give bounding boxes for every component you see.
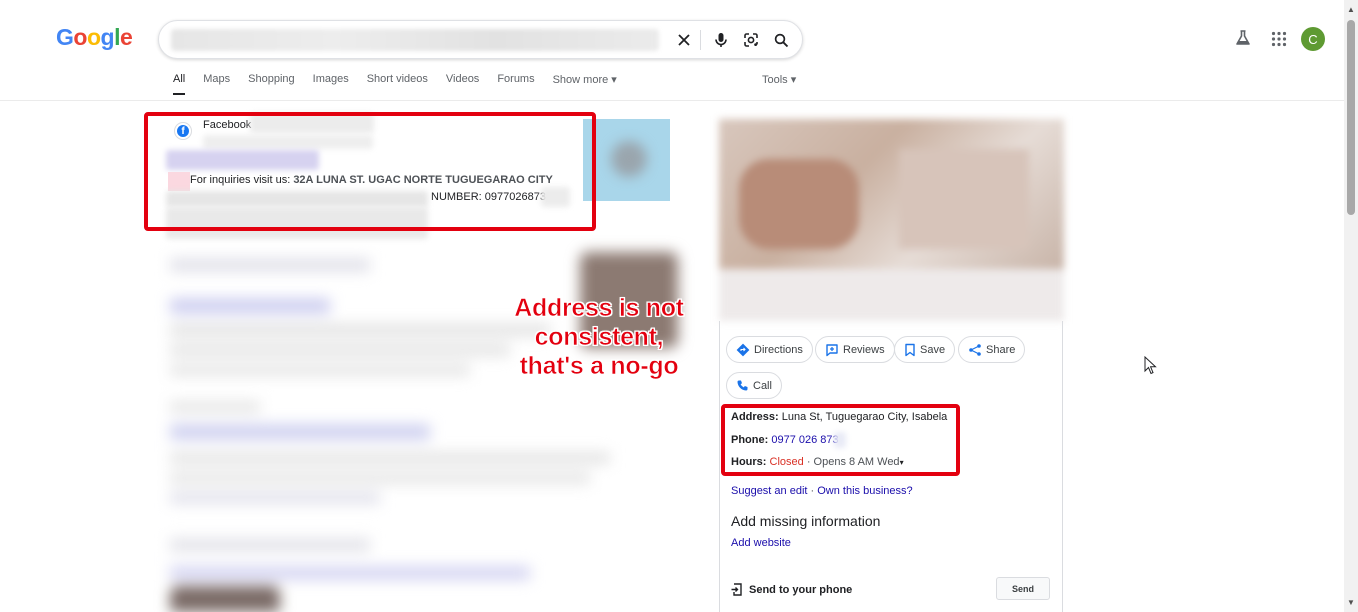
phone-icon bbox=[737, 380, 748, 391]
reviews-button[interactable]: Reviews bbox=[815, 336, 895, 363]
link-separator: · bbox=[807, 485, 818, 497]
kp-edit-links: Suggest an edit · Own this business? bbox=[731, 485, 913, 497]
scroll-up-icon[interactable]: ▲ bbox=[1347, 5, 1355, 14]
share-button[interactable]: Share bbox=[958, 336, 1026, 363]
reviews-icon bbox=[826, 343, 838, 356]
page-scrollbar[interactable]: ▲ ▼ bbox=[1344, 0, 1358, 612]
call-button[interactable]: Call bbox=[726, 372, 782, 399]
logo-letter: g bbox=[100, 24, 115, 50]
send-button[interactable]: Send bbox=[996, 577, 1050, 600]
highlight-box-result bbox=[144, 112, 596, 231]
send-to-phone-label: Send to your phone bbox=[749, 583, 853, 596]
directions-icon bbox=[736, 343, 750, 356]
scrollbar-thumb[interactable] bbox=[1347, 20, 1355, 215]
save-button[interactable]: Save bbox=[894, 336, 956, 363]
search-tabs: All Maps Shopping Images Short videos Videos F… bbox=[173, 73, 635, 95]
highlight-box-panel bbox=[721, 404, 960, 476]
account-avatar[interactable]: C bbox=[1301, 27, 1325, 51]
bookmark-icon bbox=[905, 343, 915, 356]
annotation-line-1: Address is not bbox=[514, 294, 684, 323]
clear-icon[interactable] bbox=[674, 30, 694, 50]
add-website-link[interactable]: Add website bbox=[731, 537, 791, 549]
directions-label: Directions bbox=[754, 343, 803, 356]
tab-short-videos[interactable]: Short videos bbox=[367, 73, 428, 95]
mic-icon[interactable] bbox=[711, 30, 731, 50]
share-icon bbox=[969, 343, 981, 356]
search-box[interactable] bbox=[158, 20, 803, 59]
share-label: Share bbox=[986, 343, 1016, 356]
tab-shopping[interactable]: Shopping bbox=[248, 73, 295, 95]
tab-forums[interactable]: Forums bbox=[497, 73, 534, 95]
reviews-label: Reviews bbox=[843, 343, 885, 356]
tab-maps[interactable]: Maps bbox=[203, 73, 230, 95]
google-logo[interactable]: Google bbox=[56, 24, 133, 51]
header-divider bbox=[0, 100, 1344, 101]
apps-icon[interactable] bbox=[1271, 31, 1287, 52]
search-divider bbox=[700, 30, 701, 50]
annotation-line-2: consistent, bbox=[534, 323, 664, 352]
send-to-phone-icon bbox=[731, 583, 742, 596]
tools-menu[interactable]: Tools ▾ bbox=[762, 73, 796, 86]
call-label: Call bbox=[753, 379, 772, 392]
suggest-edit-link[interactable]: Suggest an edit bbox=[731, 485, 807, 497]
tab-videos[interactable]: Videos bbox=[446, 73, 479, 95]
result-thumbnail[interactable] bbox=[583, 119, 670, 201]
tab-all[interactable]: All bbox=[173, 73, 186, 95]
add-missing-heading: Add missing information bbox=[731, 513, 881, 529]
scroll-down-icon[interactable]: ▼ bbox=[1347, 598, 1355, 607]
annotation-line-3: that's a no-go bbox=[519, 352, 679, 381]
labs-icon[interactable] bbox=[1234, 29, 1252, 52]
directions-button[interactable]: Directions bbox=[726, 336, 813, 363]
logo-letter: G bbox=[56, 24, 74, 50]
tab-images[interactable]: Images bbox=[313, 73, 349, 95]
search-icon[interactable] bbox=[771, 30, 791, 50]
logo-letter: e bbox=[119, 24, 133, 50]
business-photo-redacted[interactable] bbox=[719, 119, 1064, 321]
logo-letter: o bbox=[86, 24, 101, 50]
send-to-phone: Send to your phone bbox=[731, 583, 852, 596]
mouse-cursor-icon bbox=[1144, 355, 1158, 381]
save-label: Save bbox=[920, 343, 946, 356]
tab-show-more[interactable]: Show more ▾ bbox=[553, 73, 617, 95]
annotation-callout: Address is not consistent, that's a no-g… bbox=[508, 294, 690, 381]
lens-icon[interactable] bbox=[741, 30, 761, 50]
own-business-link[interactable]: Own this business? bbox=[817, 485, 912, 497]
search-query-redacted[interactable] bbox=[171, 29, 659, 51]
logo-letter: o bbox=[73, 24, 87, 50]
